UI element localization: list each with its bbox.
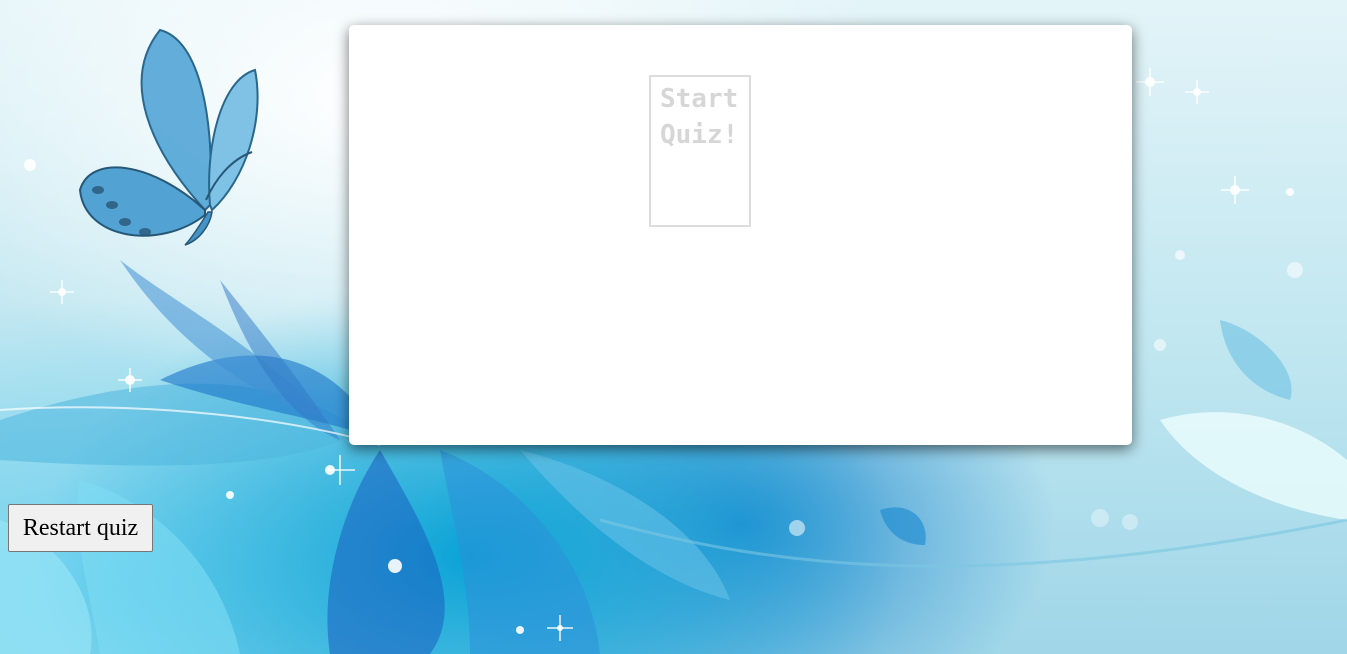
quiz-panel: Start Quiz! (349, 25, 1132, 445)
start-quiz-button[interactable]: Start Quiz! (649, 75, 751, 227)
butterfly-illustration (78, 28, 259, 246)
restart-quiz-button[interactable]: Restart quiz (8, 504, 153, 552)
